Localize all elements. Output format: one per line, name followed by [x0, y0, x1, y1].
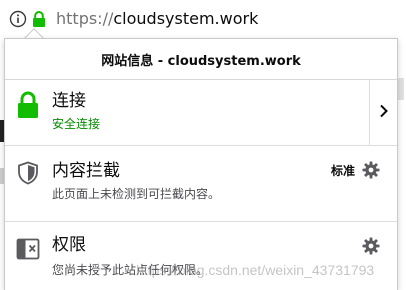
content-blocking-section: 内容拦截 此页面上未检测到可拦截内容。 标准: [5, 146, 397, 222]
info-icon[interactable]: [8, 9, 28, 29]
shield-icon: [13, 158, 43, 188]
panel-title: 网站信息 - cloudsystem.work: [101, 53, 301, 69]
connection-status: 安全连接: [52, 117, 101, 131]
connection-section[interactable]: 连接 安全连接: [5, 80, 397, 146]
url-scheme: https://: [56, 9, 114, 28]
watermark: https://blog.csdn.net/weixin_43731793: [136, 262, 375, 278]
content-blocking-title: 内容拦截: [52, 161, 120, 181]
blocking-mode-label: 标准: [330, 164, 355, 178]
site-info-panel: 网站信息 - cloudsystem.work 连接 安全连接 内容拦截 此页面…: [4, 38, 398, 290]
connection-more-button[interactable]: [369, 80, 397, 145]
permissions-title: 权限: [52, 235, 86, 255]
content-blocking-description: 此页面上未检测到可拦截内容。: [52, 187, 221, 201]
gear-icon[interactable]: [361, 236, 381, 256]
chevron-right-icon: [379, 103, 389, 122]
panel-header: 网站信息 - cloudsystem.work: [5, 39, 397, 80]
permissions-section: 权限 您尚未授予此站点任何权限。: [5, 222, 397, 290]
lock-icon: [13, 90, 43, 120]
lock-icon[interactable]: [30, 9, 48, 29]
url-bar[interactable]: https://cloudsystem.work: [0, 0, 406, 38]
url-text[interactable]: https://cloudsystem.work: [56, 8, 258, 30]
permissions-icon: [13, 234, 43, 264]
url-host: cloudsystem.work: [113, 9, 259, 28]
connection-title: 连接: [52, 91, 86, 111]
gear-icon[interactable]: [361, 160, 381, 180]
